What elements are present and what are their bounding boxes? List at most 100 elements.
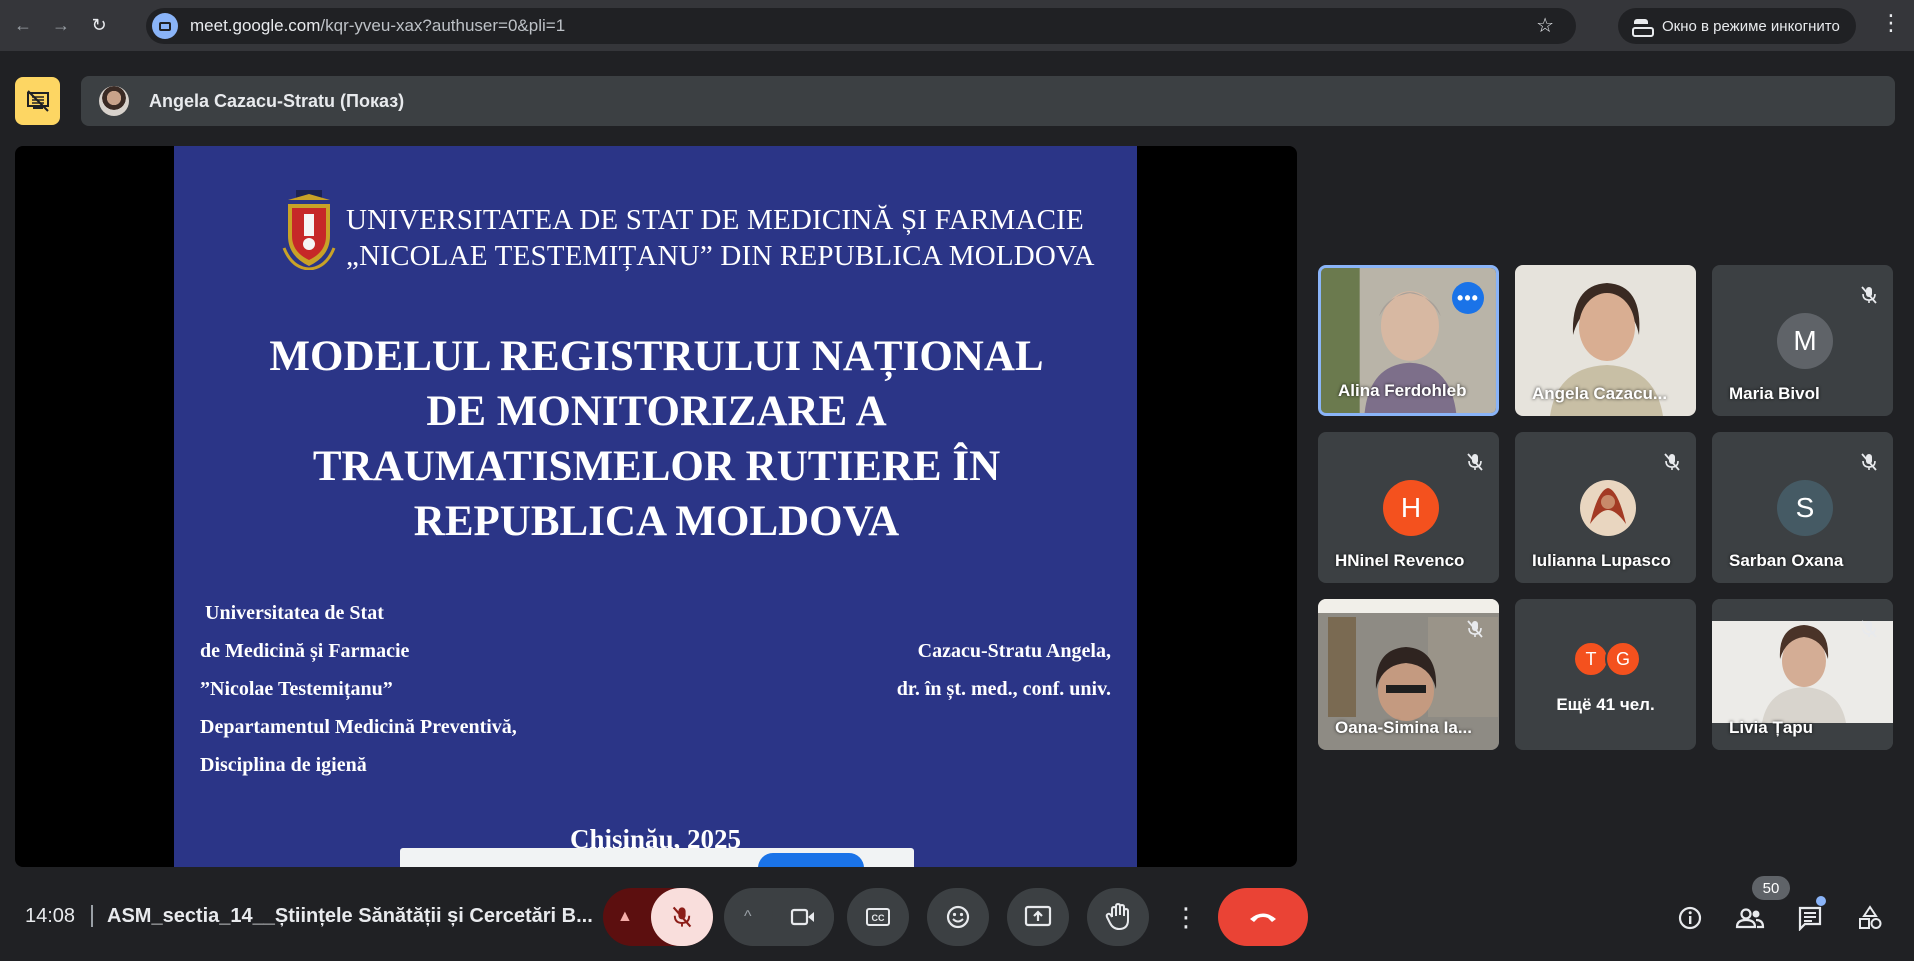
participant-name: Maria Bivol bbox=[1729, 384, 1820, 403]
mic-off-icon bbox=[1467, 620, 1483, 638]
browser-menu-icon[interactable]: ⋮ bbox=[1880, 12, 1902, 34]
microphone-toggle-button[interactable] bbox=[651, 888, 713, 946]
more-vert-icon: ⋮ bbox=[1173, 901, 1199, 932]
university-title: UNIVERSITATEA DE STAT DE MEDICINĂ ȘI FAR… bbox=[346, 202, 1106, 274]
meeting-time: 14:08 bbox=[25, 905, 76, 927]
mic-off-icon bbox=[1861, 286, 1877, 304]
url-text[interactable]: meet.google.com/kqr-yveu-xax?authuser=0&… bbox=[190, 16, 565, 36]
presenter-bar: Angela Cazacu-Stratu (Показ) bbox=[81, 76, 1895, 126]
slide-title-line: MODELUL REGISTRULUI NAȚIONAL bbox=[269, 333, 1044, 380]
hang-up-icon bbox=[1250, 913, 1276, 922]
participant-avatar: S bbox=[1777, 480, 1833, 536]
info-icon bbox=[1678, 906, 1702, 930]
participant-tile[interactable]: Livia Țapu bbox=[1712, 599, 1893, 750]
mic-off-icon bbox=[1664, 453, 1680, 471]
raise-hand-button[interactable] bbox=[1087, 888, 1149, 946]
chevron-up-icon: ▲ bbox=[617, 908, 633, 925]
incognito-indicator[interactable]: Окно в режиме инкогнито bbox=[1618, 8, 1856, 44]
mic-off-icon bbox=[1467, 453, 1483, 471]
author-block: Cazacu-Stratu Angela, dr. în șt. med., c… bbox=[897, 632, 1111, 708]
slide-title-line: REPUBLICA MOLDOVA bbox=[413, 498, 900, 545]
participant-tile[interactable]: M Maria Bivol bbox=[1712, 265, 1893, 416]
meeting-info-button[interactable] bbox=[1672, 900, 1708, 936]
participant-tile[interactable]: Oana-Simina Ia... bbox=[1318, 599, 1499, 750]
people-icon bbox=[1735, 908, 1765, 929]
participant-name: Oana-Simina Ia... bbox=[1335, 718, 1472, 737]
affiliation-line: Departamentul Medicină Preventivă, bbox=[200, 716, 517, 738]
activities-icon bbox=[1859, 905, 1882, 929]
slide-popup-bar bbox=[400, 848, 914, 867]
bookmark-star-icon[interactable]: ☆ bbox=[1536, 13, 1554, 38]
university-line-2: „NICOLAE TESTEMIȚANU” DIN REPUBLICA MOLD… bbox=[346, 240, 1095, 272]
university-line-1: UNIVERSITATEA DE STAT DE MEDICINĂ ȘI FAR… bbox=[346, 204, 1084, 236]
popup-button[interactable] bbox=[758, 853, 864, 867]
incognito-icon bbox=[1632, 19, 1654, 37]
presentation-layout-button[interactable] bbox=[15, 77, 60, 125]
participant-avatar: T bbox=[1573, 641, 1609, 677]
participant-tile[interactable]: S Sarban Oxana bbox=[1712, 432, 1893, 583]
participant-tile[interactable]: ••• Alina Ferdohleb bbox=[1318, 265, 1499, 416]
participant-photo-avatar bbox=[1580, 480, 1636, 536]
camera-toggle-button[interactable] bbox=[772, 888, 834, 946]
participant-name: Alina Ferdohleb bbox=[1338, 381, 1467, 400]
participant-name: Angela Cazacu... bbox=[1532, 384, 1668, 403]
more-options-icon[interactable]: ••• bbox=[1452, 282, 1484, 314]
people-button[interactable] bbox=[1732, 900, 1768, 936]
mic-off-icon bbox=[1861, 620, 1877, 638]
leave-call-button[interactable] bbox=[1218, 888, 1308, 946]
captions-button[interactable]: CC bbox=[847, 888, 909, 946]
participant-tile[interactable]: Iulianna Lupasco bbox=[1515, 432, 1696, 583]
chevron-up-icon: ^ bbox=[744, 908, 752, 925]
reactions-button[interactable] bbox=[927, 888, 989, 946]
present-screen-button[interactable] bbox=[1007, 888, 1069, 946]
reload-icon[interactable]: ↻ bbox=[84, 11, 114, 41]
slide-title: MODELUL REGISTRULUI NAȚIONAL DE MONITORI… bbox=[234, 329, 1079, 549]
slide-title-line: TRAUMATISMELOR RUTIERE ÎN bbox=[312, 443, 1001, 490]
presentation-stage: UNIVERSITATEA DE STAT DE MEDICINĂ ȘI FAR… bbox=[15, 146, 1297, 867]
url-host: meet.google.com bbox=[190, 16, 321, 35]
address-bar[interactable]: meet.google.com/kqr-yveu-xax?authuser=0&… bbox=[146, 8, 1576, 44]
back-arrow-icon[interactable]: ← bbox=[8, 11, 38, 41]
chat-icon bbox=[1798, 906, 1822, 931]
affiliation-line: ”Nicolae Testemițanu” bbox=[200, 678, 393, 700]
more-options-button[interactable]: ⋮ bbox=[1168, 888, 1204, 946]
svg-text:CC: CC bbox=[872, 913, 885, 923]
participant-avatar: M bbox=[1777, 313, 1833, 369]
activities-button[interactable] bbox=[1852, 900, 1888, 936]
slide: UNIVERSITATEA DE STAT DE MEDICINĂ ȘI FAR… bbox=[174, 146, 1137, 867]
url-path: /kqr-yveu-xax?authuser=0&pli=1 bbox=[320, 16, 566, 35]
participant-name: Sarban Oxana bbox=[1729, 551, 1844, 570]
affiliation-block: Universitatea de Stat de Medicină și Far… bbox=[200, 594, 517, 784]
mic-off-icon bbox=[1861, 453, 1877, 471]
author-line: dr. în șt. med., conf. univ. bbox=[896, 678, 1111, 700]
chat-notification-dot bbox=[1816, 896, 1826, 906]
present-screen-icon bbox=[1024, 905, 1052, 927]
participant-avatar: G bbox=[1605, 641, 1641, 677]
participant-name: HNinel Revenco bbox=[1335, 551, 1465, 570]
incognito-label: Окно в режиме инкогнито bbox=[1662, 17, 1840, 35]
more-participants-label: Ещё 41 чел. bbox=[1556, 695, 1655, 714]
participant-count-badge: 50 bbox=[1752, 876, 1790, 900]
camera-icon bbox=[790, 908, 814, 926]
slide-title-line: DE MONITORIZARE A bbox=[426, 388, 887, 435]
closed-captions-icon: CC bbox=[866, 908, 890, 926]
raise-hand-icon bbox=[1105, 903, 1129, 931]
affiliation-line: de Medicină și Farmacie bbox=[200, 640, 410, 662]
presenter-name: Angela Cazacu-Stratu (Показ) bbox=[149, 90, 405, 111]
divider bbox=[91, 905, 93, 927]
no-screen-icon bbox=[26, 90, 49, 112]
affiliation-line: Disciplina de igienă bbox=[200, 754, 367, 776]
more-participants-avatars: T G bbox=[1573, 641, 1641, 677]
presenter-avatar bbox=[99, 86, 129, 116]
participant-avatar: H bbox=[1383, 480, 1439, 536]
author-line: Cazacu-Stratu Angela, bbox=[917, 640, 1111, 662]
more-participants-tile[interactable]: T G Ещё 41 чел. bbox=[1515, 599, 1696, 750]
participant-tile[interactable]: H HNinel Revenco bbox=[1318, 432, 1499, 583]
forward-arrow-icon[interactable]: → bbox=[46, 11, 76, 41]
university-crest-icon bbox=[282, 190, 336, 270]
browser-toolbar: ← → ↻ meet.google.com/kqr-yveu-xax?authu… bbox=[0, 0, 1914, 51]
meeting-name: ASM_sectia_14__Științele Sănătății și Ce… bbox=[107, 905, 593, 927]
participant-tile[interactable]: Angela Cazacu... bbox=[1515, 265, 1696, 416]
participant-name: Livia Țapu bbox=[1729, 718, 1814, 737]
site-info-icon[interactable] bbox=[152, 13, 178, 39]
